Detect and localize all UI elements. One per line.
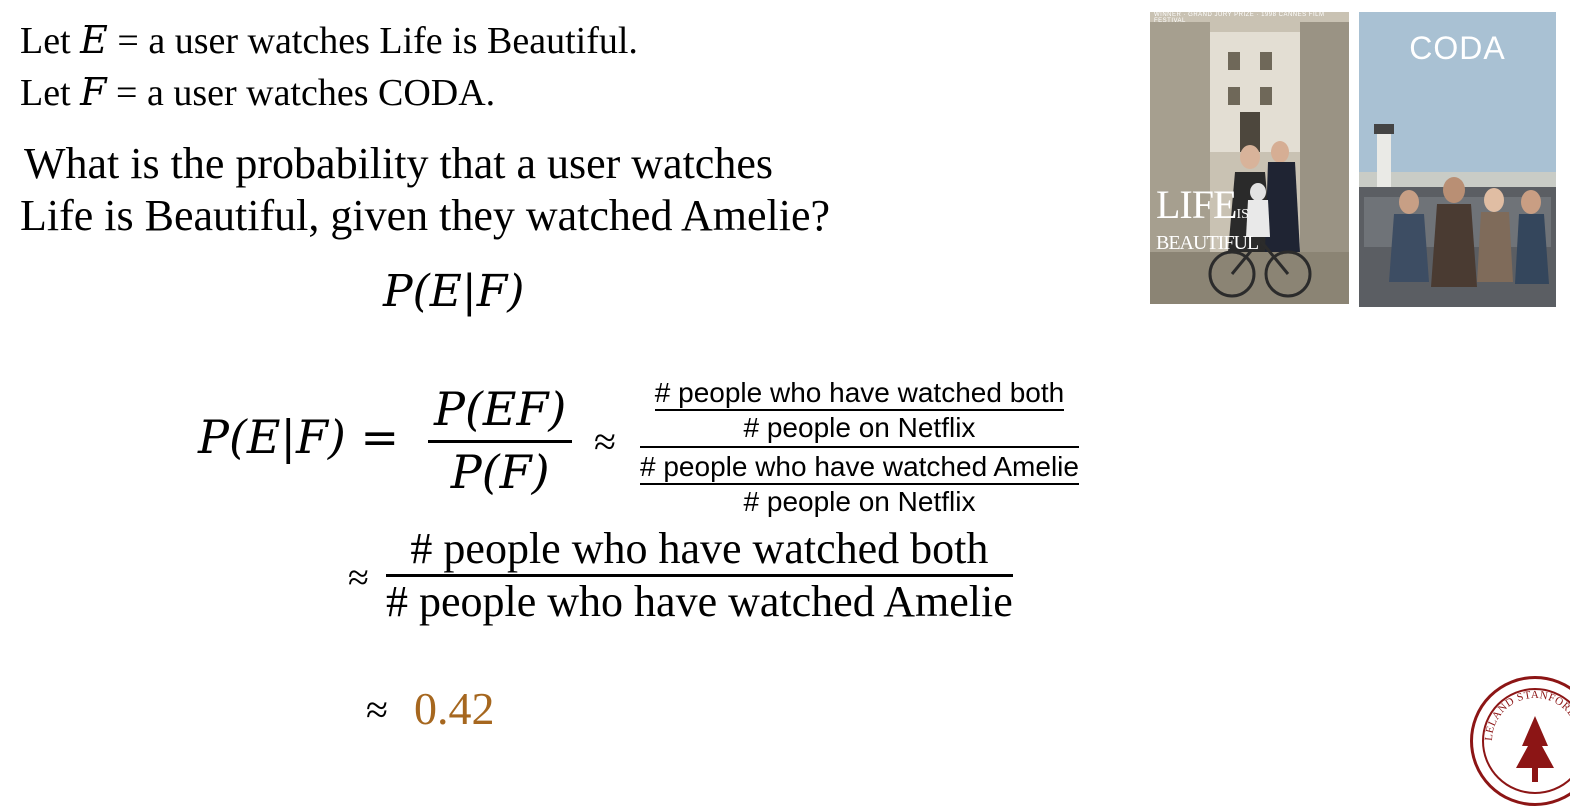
definition-f-text: = a user watches CODA. [106,72,496,114]
stanford-seal: LELAND STANFORD JUNIOR [1470,676,1570,806]
approx-symbol-3: ≈ [366,687,388,732]
approx-symbol-2: ≈ [348,557,369,599]
life-title-word: LIFE [1156,182,1237,227]
svg-text:LELAND STANFORD JUNIOR: LELAND STANFORD JUNIOR [1470,676,1570,743]
bottom-inner-numerator: # people who have watched Amelie [640,451,1079,482]
top-inner-denominator: # people on Netflix [743,412,976,443]
top-inner-numerator: # people who have watched both [654,377,1065,408]
variable-e: E [80,18,108,62]
life-title-beautiful: BEAUTIFUL [1156,232,1259,254]
life-is-beautiful-poster: WINNER · GRAND JURY PRIZE · 1998 CANNES … [1150,12,1349,304]
coda-poster: CODA [1359,12,1556,307]
life-title-is: IS [1236,207,1249,222]
question-line-1: What is the probability that a user watc… [24,139,773,188]
life-is-beautiful-poster-art [1150,12,1349,304]
nested-count-fraction: # people who have watched both # people … [640,376,1079,518]
bottom-inner-fraction: # people who have watched Amelie # peopl… [640,450,1079,518]
definition-e-prefix: Let [20,20,81,62]
stanford-seal-text: LELAND STANFORD JUNIOR [1470,676,1570,743]
simplified-numerator: # people who have watched both [410,524,989,573]
equation-lhs: P(E|F) = [198,410,400,464]
result-value: 0.42 [414,683,495,734]
stanford-seal-emblem: LELAND STANFORD JUNIOR [1470,676,1570,782]
outer-fraction-bar [640,446,1079,448]
question-line-2: Life is Beautiful, given they watched Am… [20,191,831,240]
marginal-probability: P(F) [450,445,550,499]
life-poster-banner: WINNER · GRAND JURY PRIZE · 1998 CANNES … [1154,12,1325,24]
coda-poster-title: CODA [1409,30,1506,66]
life-poster-title: LIFEIS BEAUTIFUL [1156,185,1259,255]
simplified-denominator: # people who have watched Amelie [386,577,1013,626]
top-inner-fraction: # people who have watched both # people … [654,376,1065,444]
bottom-inner-denominator: # people on Netflix [743,486,976,517]
conditional-probability-expression: P(E|F) [383,266,525,317]
variable-f: F [80,70,107,114]
simplified-count-fraction: # people who have watched both # people … [386,524,1013,627]
definition-e: Let E = a user watches Life is Beautiful… [20,18,638,63]
joint-over-marginal-fraction: P(EF) P(F) [428,382,573,499]
definition-e-text: = a user watches Life is Beautiful. [107,20,638,62]
joint-probability: P(EF) [434,382,567,436]
approx-symbol-1: ≈ [594,419,616,464]
definition-f-prefix: Let [20,72,81,114]
definition-f: Let F = a user watches CODA. [20,70,495,115]
